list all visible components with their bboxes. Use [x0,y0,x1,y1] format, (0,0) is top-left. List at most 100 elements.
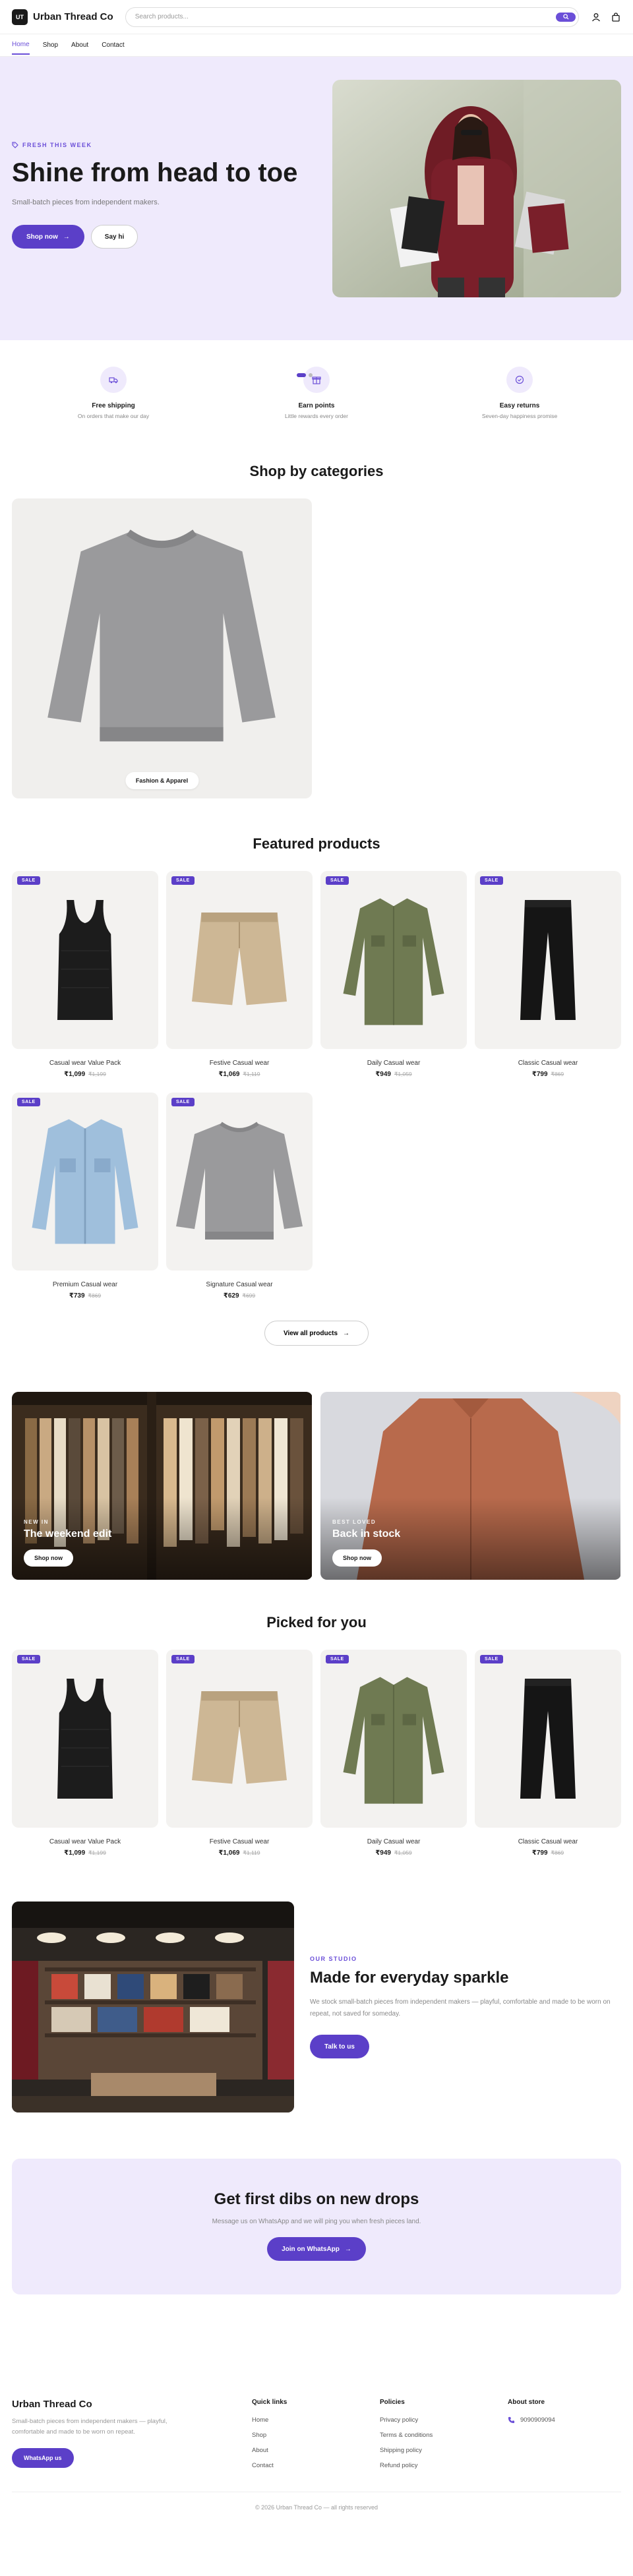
banner-eyebrow: NEW IN [24,1519,49,1525]
footer-link-refund[interactable]: Refund policy [380,2462,508,2469]
product-image: SALE [166,871,313,1049]
account-button[interactable] [591,12,601,22]
studio-image [12,1902,294,2112]
footer-phone[interactable]: 9090909094 [508,2416,555,2424]
newsletter-subtitle: Message us on WhatsApp and we will ping … [212,2218,421,2225]
view-all-products-button[interactable]: View all products → [264,1321,369,1346]
hero-carousel-dots [297,373,313,377]
footer-link-terms[interactable]: Terms & conditions [380,2432,508,2439]
product-image: SALE [475,871,621,1049]
sale-badge: SALE [480,1655,503,1663]
product-name[interactable]: Daily Casual wear [320,1060,467,1067]
features-row: Free shipping On orders that make our da… [0,340,633,452]
hero-say-hi-button[interactable]: Say hi [90,225,138,249]
arrow-right-icon: → [343,1329,350,1337]
nav-home[interactable]: Home [12,36,30,55]
banner-shop-now-button[interactable]: Shop now [24,1549,73,1567]
category-image [12,498,312,798]
product-image: SALE [12,871,158,1049]
nav-shop[interactable]: Shop [43,36,58,54]
carousel-dot[interactable] [309,373,313,377]
talk-to-us-button[interactable]: Talk to us [310,2035,369,2058]
category-label[interactable]: Fashion & Apparel [125,772,199,789]
product-card[interactable]: SALE Daily Casual wear ₹949 ₹1,059 [320,871,467,1083]
product-card[interactable]: SALE Casual wear Value Pack ₹1,099 ₹1,199 [12,1650,158,1862]
categories-title: Shop by categories [249,463,384,479]
product-card[interactable]: SALE Festive Casual wear ₹1,069 ₹1,119 [166,1650,313,1862]
product-name[interactable]: Classic Casual wear [475,1060,621,1067]
footer-link-shop[interactable]: Shop [252,2432,380,2439]
hero-subtitle: Small-batch pieces from independent make… [12,198,160,206]
footer-policies: Policies Privacy policy Terms & conditio… [380,2399,508,2477]
current-price: ₹629 [223,1292,239,1300]
footer-link-about[interactable]: About [252,2447,380,2454]
sale-badge: SALE [17,876,40,885]
promo-banners: NEW IN The weekend edit Shop now BEST LO… [0,1392,633,1580]
old-price: ₹1,199 [88,1849,106,1856]
product-name[interactable]: Festive Casual wear [166,1838,313,1845]
product-name[interactable]: Casual wear Value Pack [12,1060,158,1067]
banner-back-in-stock[interactable]: BEST LOVED Back in stock Shop now [320,1392,621,1580]
search-input[interactable] [135,13,556,20]
product-price: ₹799 ₹869 [475,1071,621,1078]
product-card[interactable]: SALE Daily Casual wear ₹949 ₹1,059 [320,1650,467,1862]
search-button[interactable] [556,12,576,22]
join-whatsapp-button[interactable]: Join on WhatsApp → [267,2237,366,2261]
main-nav: Home Shop About Contact [0,34,633,57]
product-card[interactable]: SALE Casual wear Value Pack ₹1,099 ₹1,199 [12,871,158,1083]
tag-icon [12,142,18,148]
old-price: ₹1,199 [88,1071,106,1077]
footer-link-privacy[interactable]: Privacy policy [380,2416,508,2424]
brand[interactable]: UT Urban Thread Co [12,9,113,25]
hero-shop-now-label: Shop now [26,233,58,241]
product-name[interactable]: Daily Casual wear [320,1838,467,1845]
banner-weekend-edit[interactable]: NEW IN The weekend edit Shop now [12,1392,313,1580]
newsletter-title: Get first dibs on new drops [214,2190,419,2208]
nav-contact[interactable]: Contact [102,36,124,54]
product-price: ₹629 ₹699 [166,1292,313,1300]
product-card[interactable]: SALE Festive Casual wear ₹1,069 ₹1,119 [166,871,313,1083]
product-card[interactable]: SALE Classic Casual wear ₹799 ₹869 [475,871,621,1083]
product-name[interactable]: Casual wear Value Pack [12,1838,158,1845]
cart-button[interactable] [611,12,621,22]
brand-logo[interactable]: UT [12,9,28,25]
product-name[interactable]: Classic Casual wear [475,1838,621,1845]
brand-name[interactable]: Urban Thread Co [33,11,113,22]
product-card[interactable]: SALE Signature Casual wear ₹629 ₹699 [166,1093,313,1305]
product-card[interactable]: SALE Classic Casual wear ₹799 ₹869 [475,1650,621,1862]
site-footer: Urban Thread Co Small-batch pieces from … [0,2399,633,2531]
feature-title: Free shipping [92,402,135,409]
product-name[interactable]: Premium Casual wear [12,1281,158,1288]
product-name[interactable]: Signature Casual wear [166,1281,313,1288]
footer-phone-number: 9090909094 [520,2416,555,2424]
footer-quick-links: Quick links Home Shop About Contact [252,2399,380,2477]
view-all-label: View all products [283,1329,338,1337]
old-price: ₹869 [551,1071,564,1077]
product-name[interactable]: Festive Casual wear [166,1060,313,1067]
feature-title: Earn points [298,402,335,409]
hero-shop-now-button[interactable]: Shop now → [12,225,84,249]
nav-about[interactable]: About [71,36,88,54]
banner-eyebrow: BEST LOVED [332,1519,377,1525]
gift-icon [303,367,330,393]
hero-section: FRESH THIS WEEK Shine from head to toe S… [0,57,633,377]
truck-icon [100,367,127,393]
site-header: UT Urban Thread Co [0,0,633,34]
picked-title: Picked for you [266,1614,367,1631]
product-price: ₹1,099 ₹1,199 [12,1849,158,1857]
bag-icon [612,12,620,22]
whatsapp-us-button[interactable]: WhatsApp us [12,2448,74,2469]
hero-content: FRESH THIS WEEK Shine from head to toe S… [12,142,322,249]
category-card[interactable]: Fashion & Apparel [12,498,312,798]
footer-column-title: About store [508,2399,545,2406]
current-price: ₹739 [69,1292,85,1300]
product-card[interactable]: SALE Premium Casual wear ₹739 ₹869 [12,1093,158,1305]
product-price: ₹799 ₹869 [475,1849,621,1857]
footer-link-home[interactable]: Home [252,2416,380,2424]
sale-badge: SALE [17,1098,40,1106]
footer-link-contact[interactable]: Contact [252,2462,380,2469]
carousel-dot-active[interactable] [297,373,306,377]
footer-link-shipping[interactable]: Shipping policy [380,2447,508,2454]
current-price: ₹799 [531,1071,548,1078]
banner-shop-now-button[interactable]: Shop now [332,1549,382,1567]
